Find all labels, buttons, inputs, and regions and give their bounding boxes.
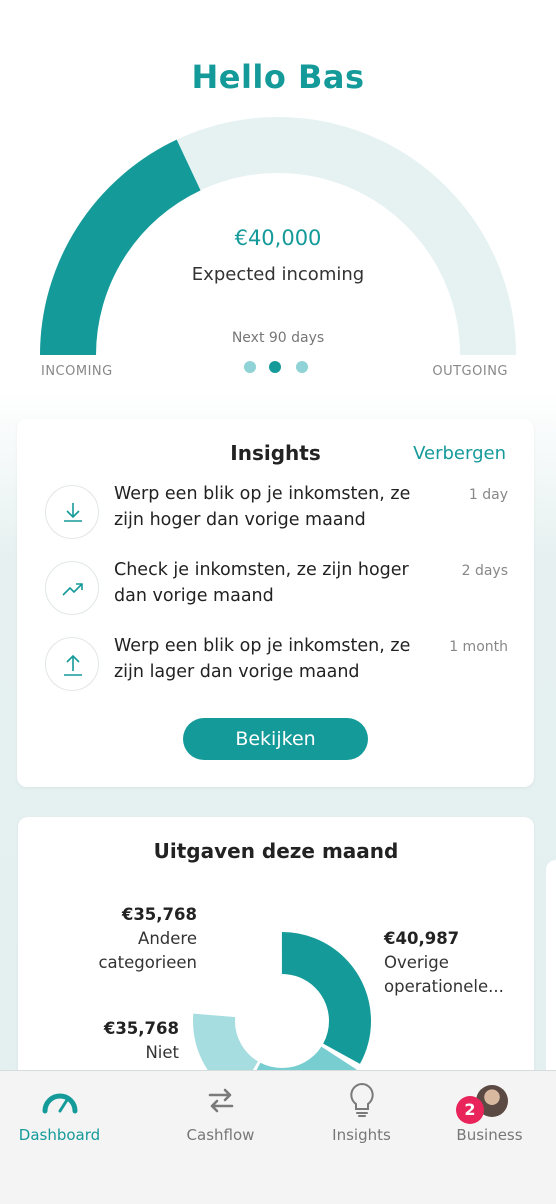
hide-insights-link[interactable]: Verbergen [413, 443, 506, 464]
insight-text: Werp een blik op je inkomsten, ze zijn h… [114, 484, 411, 530]
nav-label: Business [456, 1126, 523, 1144]
view-insights-button[interactable]: Bekijken [183, 718, 368, 760]
insight-item[interactable]: Werp een blik op je inkomsten, ze zijn l… [17, 636, 534, 707]
greeting-title: Hello Bas [191, 58, 365, 96]
page-dot-2[interactable] [269, 361, 281, 373]
insights-card: Insights Verbergen Werp een blik op je i… [17, 419, 534, 787]
nav-insights[interactable]: Insights [292, 1071, 431, 1161]
insight-item[interactable]: Check je inkomsten, ze zijn hoger dan vo… [17, 560, 534, 631]
segment-name: categorieen [98, 953, 197, 972]
nav-dashboard[interactable]: Dashboard [0, 1071, 129, 1161]
nav-cashflow[interactable]: Cashflow [151, 1071, 290, 1161]
insight-text: Check je inkomsten, ze zijn hoger dan vo… [114, 560, 409, 606]
segment-amount: €40,987 [384, 929, 460, 948]
pagination-dots[interactable] [244, 361, 312, 375]
segment-label-overige: €40,987 Overige operationele... [384, 927, 504, 999]
gauge-amount: €40,000 [234, 226, 322, 250]
bottom-nav: Dashboard Cashflow Insights Business [0, 1070, 556, 1204]
segment-name: operationele... [384, 977, 504, 996]
segment-name: Overige [384, 953, 449, 972]
insight-time: 1 day [468, 487, 508, 503]
expenses-title: Uitgaven deze maand [153, 839, 399, 863]
next-card-peek [546, 860, 556, 1100]
gauge-label: Expected incoming [191, 264, 365, 285]
trend-up-icon [45, 561, 99, 615]
segment-name: Andere [138, 929, 197, 948]
nav-label: Insights [332, 1126, 391, 1144]
insight-item[interactable]: Werp een blik op je inkomsten, ze zijn h… [17, 484, 534, 555]
segment-name: Niet [145, 1043, 179, 1062]
segment-amount: €35,768 [121, 905, 197, 924]
download-icon [45, 485, 99, 539]
insight-time: 1 month [449, 639, 508, 655]
page-dot-3[interactable] [296, 361, 308, 373]
gauge-incoming-label: INCOMING [41, 364, 113, 379]
segment-label-andere: €35,768 Andere categorieen [98, 903, 197, 975]
gauge-incoming-arc [40, 139, 202, 356]
nav-label: Cashflow [186, 1126, 255, 1144]
nav-label: Dashboard [18, 1126, 101, 1144]
insight-text: Werp een blik op je inkomsten, ze zijn l… [114, 636, 411, 682]
upload-icon [45, 637, 99, 691]
segment-label-niet: €35,768 Niet [104, 1017, 179, 1065]
insight-time: 2 days [461, 563, 508, 579]
transfer-arrows-icon [151, 1085, 290, 1119]
lightbulb-icon [292, 1082, 431, 1119]
speedometer-icon [0, 1085, 129, 1119]
page-dot-1[interactable] [244, 361, 256, 373]
notification-badge: 2 [456, 1096, 484, 1124]
segment-amount: €35,768 [103, 1019, 179, 1038]
gauge-period: Next 90 days [231, 330, 325, 346]
gauge-outgoing-label: OUTGOING [432, 364, 508, 379]
